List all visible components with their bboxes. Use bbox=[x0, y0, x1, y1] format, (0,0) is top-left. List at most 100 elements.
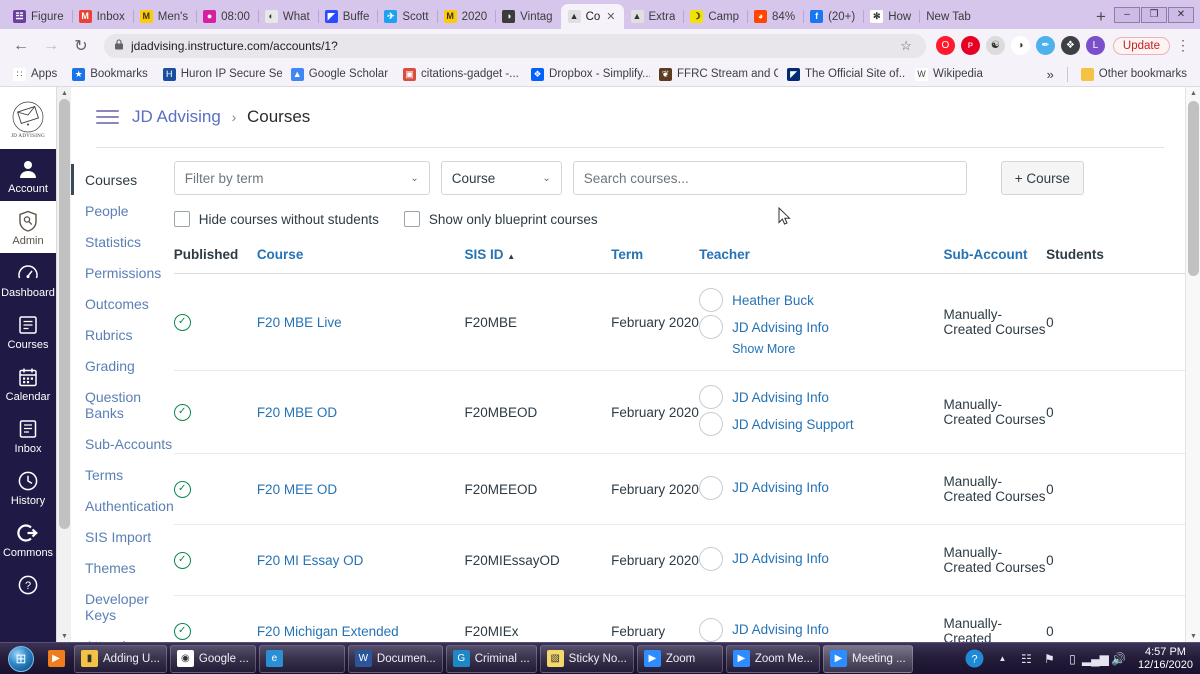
account-nav-item-outcomes[interactable]: Outcomes bbox=[71, 288, 174, 319]
checkbox-box[interactable] bbox=[403, 211, 420, 227]
tab-close-icon[interactable]: ✕ bbox=[606, 10, 615, 23]
show-blueprint-courses-checkbox[interactable]: Show only blueprint courses bbox=[403, 211, 598, 227]
signal-icon[interactable]: ▂▄▆ bbox=[1082, 652, 1109, 666]
left-nav-scrollbar[interactable]: ▲ ▼ bbox=[56, 87, 71, 642]
update-button[interactable]: Update bbox=[1112, 36, 1170, 55]
new-tab-button[interactable]: + bbox=[1088, 4, 1114, 29]
teacher-link[interactable]: JD Advising Info bbox=[732, 480, 829, 495]
published-check-icon[interactable]: ✓ bbox=[173, 622, 191, 640]
close-window-button[interactable]: ✕ bbox=[1168, 6, 1194, 23]
account-logo[interactable]: JD ADVISING bbox=[0, 87, 56, 149]
account-nav-item-sis-import[interactable]: SIS Import bbox=[71, 521, 174, 552]
browser-tab-9[interactable]: ▲ Co ✕ bbox=[560, 4, 624, 29]
column-header-term[interactable]: Term bbox=[611, 247, 700, 274]
page-scroll-down-arrow[interactable]: ▼ bbox=[1186, 630, 1200, 642]
scroll-up-arrow[interactable]: ▲ bbox=[57, 87, 72, 99]
global-nav-item-help[interactable]: ? bbox=[0, 565, 56, 603]
show-more-teachers-link[interactable]: Show More bbox=[732, 342, 943, 356]
teacher-link[interactable]: Heather Buck bbox=[732, 293, 814, 308]
puzzle-extension[interactable]: ❖ bbox=[1060, 36, 1080, 55]
course-link[interactable]: F20 Michigan Extended bbox=[257, 624, 399, 639]
account-nav-item-themes[interactable]: Themes bbox=[71, 552, 174, 583]
account-nav-item-grading[interactable]: Grading bbox=[71, 350, 174, 381]
browser-tab-15[interactable]: New Tab bbox=[919, 4, 979, 29]
account-nav-item-sub-accounts[interactable]: Sub-Accounts bbox=[71, 428, 174, 459]
browser-tab-14[interactable]: ✻ How bbox=[863, 4, 919, 29]
column-header-link[interactable]: Teacher bbox=[699, 247, 750, 262]
bookmark-item-7[interactable]: ◤ The Official Site of... bbox=[781, 66, 906, 83]
bookmarks-overflow-button[interactable]: » bbox=[1041, 65, 1060, 84]
column-header-teacher[interactable]: Teacher bbox=[699, 247, 944, 274]
course-link[interactable]: F20 MBE OD bbox=[257, 405, 337, 420]
volume-icon[interactable]: 🔊 bbox=[1111, 652, 1126, 666]
search-courses-input[interactable]: Search courses... bbox=[572, 161, 967, 195]
taskbar-button-1[interactable]: ◉ Google ... bbox=[169, 644, 256, 673]
course-nav-toggle-icon[interactable] bbox=[96, 109, 119, 125]
maximize-button[interactable]: ❐ bbox=[1141, 6, 1167, 23]
teacher-link[interactable]: JD Advising Info bbox=[732, 622, 829, 637]
global-nav-item-dashboard[interactable]: Dashboard bbox=[0, 253, 56, 305]
page-scroll-thumb[interactable] bbox=[1188, 101, 1199, 276]
browser-tab-13[interactable]: f (20+) bbox=[803, 4, 863, 29]
other-bookmarks-folder[interactable]: Other bookmarks bbox=[1075, 66, 1193, 83]
browser-tab-2[interactable]: M Men's bbox=[132, 4, 196, 29]
published-check-icon[interactable]: ✓ bbox=[173, 480, 191, 498]
browser-tab-11[interactable]: ☽ Camp bbox=[683, 4, 747, 29]
browser-tab-7[interactable]: M 2020 bbox=[436, 4, 496, 29]
global-nav-item-inbox[interactable]: Inbox bbox=[0, 409, 56, 461]
course-link[interactable]: F20 MEE OD bbox=[257, 482, 337, 497]
flag-icon[interactable]: ⚑ bbox=[1042, 652, 1057, 666]
global-nav-item-admin[interactable]: Admin bbox=[0, 201, 56, 253]
scroll-down-arrow[interactable]: ▼ bbox=[57, 630, 72, 642]
media-player-icon[interactable]: ▶ bbox=[42, 650, 70, 667]
browser-tab-8[interactable]: ◑ Vintag bbox=[495, 4, 560, 29]
grammarly-extension[interactable]: ☯ bbox=[985, 36, 1005, 55]
start-button[interactable]: ⊞ bbox=[0, 643, 42, 674]
column-header-link[interactable]: Course bbox=[257, 247, 304, 262]
breadcrumb-root[interactable]: JD Advising bbox=[132, 107, 221, 126]
browser-tab-1[interactable]: M Inbox bbox=[71, 4, 133, 29]
global-nav-item-courses[interactable]: Courses bbox=[0, 305, 56, 357]
bookmark-item-4[interactable]: ▣ citations-gadget -... bbox=[397, 66, 522, 83]
taskbar-button-0[interactable]: ▮ Adding U... bbox=[74, 644, 167, 673]
bookmark-item-0[interactable]: ∷ Apps bbox=[7, 66, 63, 83]
browser-tab-4[interactable]: ◐ What bbox=[257, 4, 318, 29]
taskbar-button-8[interactable]: ▶ Meeting ... bbox=[822, 644, 913, 673]
browser-tab-10[interactable]: ▲ Extra bbox=[624, 4, 684, 29]
bookmark-star-icon[interactable]: ☆ bbox=[900, 38, 912, 54]
term-filter-select[interactable]: Filter by term ⌄ bbox=[173, 161, 430, 195]
account-nav-item-question-banks[interactable]: Question Banks bbox=[71, 381, 174, 428]
column-header-sub-account[interactable]: Sub-Account bbox=[943, 247, 1047, 274]
search-type-select[interactable]: Course ⌄ bbox=[440, 161, 562, 195]
taskbar-button-3[interactable]: W Documen... bbox=[347, 644, 443, 673]
account-nav-item-courses[interactable]: Courses bbox=[71, 164, 174, 195]
taskbar-button-4[interactable]: G Criminal ... bbox=[445, 644, 537, 673]
column-header-link[interactable]: SIS ID bbox=[465, 247, 504, 262]
account-nav-item-people[interactable]: People bbox=[71, 195, 174, 226]
teacher-link[interactable]: JD Advising Support bbox=[732, 417, 854, 432]
profile-avatar[interactable]: L bbox=[1085, 36, 1105, 55]
teacher-link[interactable]: JD Advising Info bbox=[732, 320, 829, 335]
taskbar-button-2[interactable]: e bbox=[258, 644, 345, 673]
bookmark-item-3[interactable]: ▲ Google Scholar bbox=[285, 66, 394, 83]
taskbar-button-7[interactable]: ▶ Zoom Me... bbox=[725, 644, 820, 673]
panda-extension[interactable]: ◑ bbox=[1010, 36, 1030, 55]
minimize-button[interactable]: – bbox=[1114, 6, 1140, 23]
checkbox-box[interactable] bbox=[173, 211, 190, 227]
global-nav-item-calendar[interactable]: Calendar bbox=[0, 357, 56, 409]
global-nav-item-account[interactable]: Account bbox=[0, 149, 56, 201]
bookmark-item-8[interactable]: W Wikipedia bbox=[909, 66, 989, 83]
taskbar-button-5[interactable]: ▧ Sticky No... bbox=[539, 644, 634, 673]
column-header-link[interactable]: Term bbox=[611, 247, 643, 262]
browser-tab-6[interactable]: ✈ Scott bbox=[377, 4, 436, 29]
browser-tab-0[interactable]: ☳ Figure bbox=[6, 4, 72, 29]
left-nav-scroll-thumb[interactable] bbox=[59, 99, 70, 529]
bookmark-item-2[interactable]: H Huron IP Secure Se... bbox=[157, 66, 282, 83]
back-button[interactable]: ← bbox=[8, 33, 34, 59]
account-nav-item-rubrics[interactable]: Rubrics bbox=[71, 319, 174, 350]
browser-tab-3[interactable]: ● 08:00 bbox=[196, 4, 258, 29]
account-nav-item-developer-keys[interactable]: Developer Keys bbox=[71, 583, 174, 630]
column-header-sis-id[interactable]: SIS ID ▲ bbox=[464, 247, 612, 274]
opera-extension[interactable]: O bbox=[935, 36, 955, 55]
taskbar-clock[interactable]: 4:57 PM 12/16/2020 bbox=[1135, 646, 1193, 672]
